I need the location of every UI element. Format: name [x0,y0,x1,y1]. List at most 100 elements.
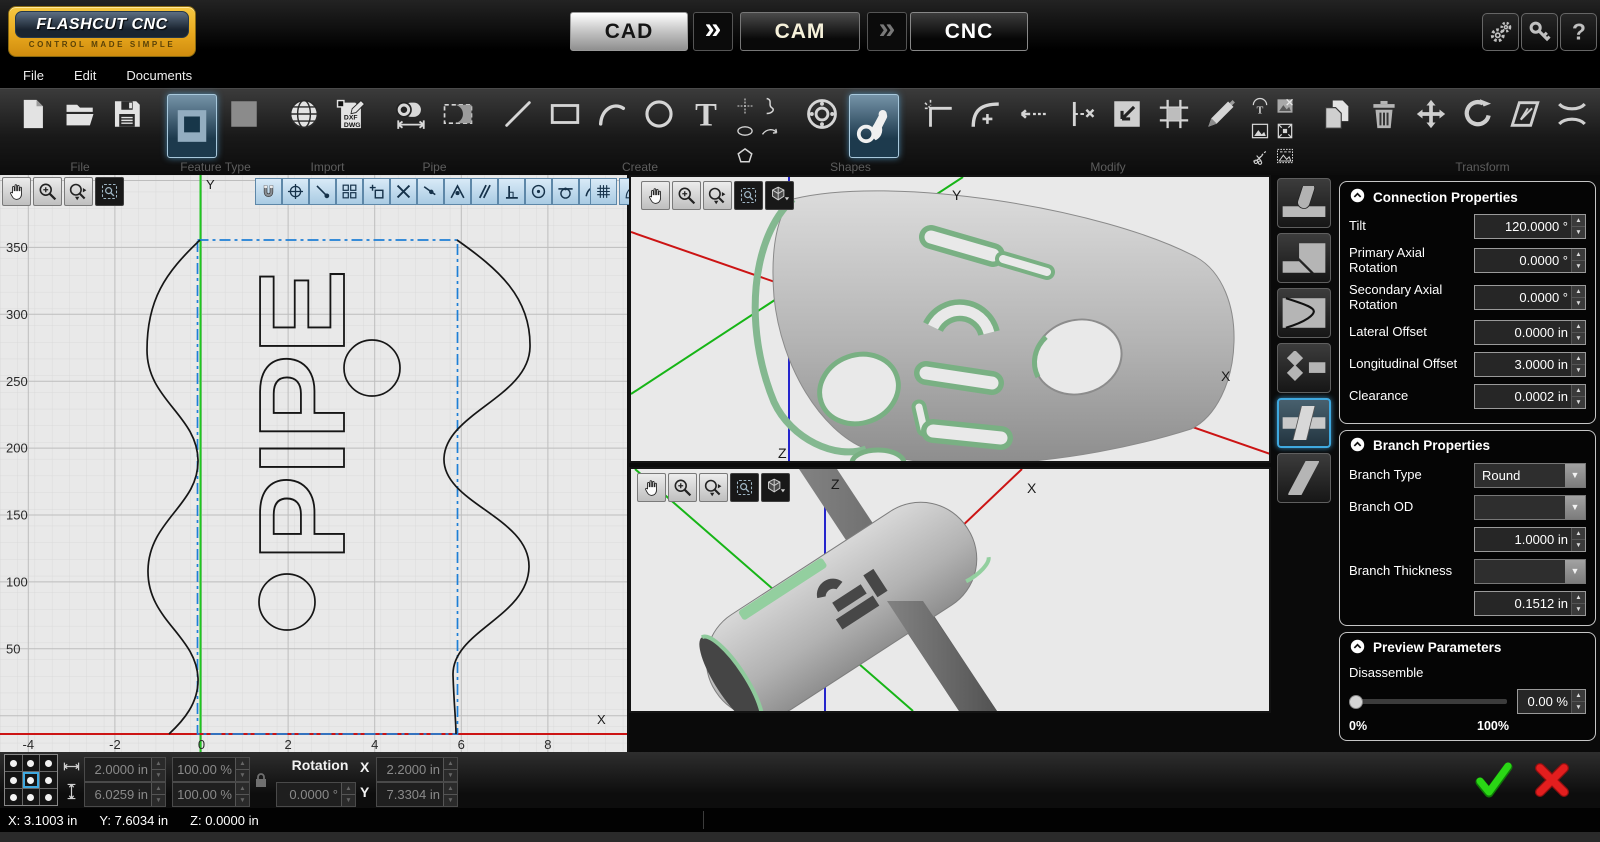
spline-button[interactable] [758,94,782,118]
trim-button[interactable] [1060,94,1100,134]
feature-standard-button[interactable] [167,94,217,158]
spin-field[interactable]: 0.00 %▲▼ [1517,689,1586,714]
anchor-cell[interactable] [40,772,57,788]
feature-plain-button[interactable] [224,94,264,134]
spin-down-button[interactable]: ▼ [1572,702,1585,713]
spin-up-button[interactable]: ▲ [342,783,355,795]
spin-down-button[interactable]: ▼ [1572,540,1585,551]
pan-button[interactable] [641,181,670,210]
spin-up-button[interactable]: ▲ [1572,592,1585,604]
endpoint-snap-button[interactable] [309,178,336,205]
view-cube-button[interactable] [765,181,794,210]
zoom-extents-button[interactable] [95,177,124,206]
connection-type-miter-joint-button[interactable] [1277,233,1331,283]
collapse-icon[interactable] [1349,187,1366,207]
spin-up-button[interactable]: ▲ [1572,286,1585,298]
circle-button[interactable] [639,94,679,134]
spin-up-button[interactable]: ▲ [1572,321,1585,333]
menu-item-documents[interactable]: Documents [111,64,207,87]
spin-down-button[interactable]: ▼ [1572,397,1585,408]
pan-button[interactable] [2,177,31,206]
fillet-button[interactable] [966,94,1006,134]
dropdown-chevron-icon[interactable]: ▼ [1565,560,1585,583]
spin-field[interactable]: 3.0000 in▲▼ [1474,352,1586,377]
anchor-cell[interactable] [23,789,40,805]
spin-up-button[interactable]: ▲ [444,758,457,770]
branch-properties-header[interactable]: Branch Properties [1349,436,1586,456]
connection-properties-header[interactable]: Connection Properties [1349,187,1586,207]
parallel-snap-button[interactable] [471,178,498,205]
grid-display-button[interactable] [590,178,617,205]
spin-down-button[interactable]: ▼ [1572,365,1585,376]
confirm-button[interactable] [1472,760,1516,805]
connection-type-diamond-joint-button[interactable] [1277,343,1331,393]
cam-to-cnc-chevron-icon[interactable]: » [867,12,907,51]
spin-up-button[interactable]: ▲ [1572,353,1585,365]
new-document-button[interactable] [13,94,53,134]
magnet-snap-button[interactable] [255,178,282,205]
dropdown-chevron-icon[interactable]: ▼ [1565,496,1585,519]
spin-field[interactable]: 0.0000 °▲▼ [1474,285,1586,310]
spin-up-button[interactable]: ▲ [152,783,165,795]
zoom-window-button[interactable] [703,181,732,210]
line-button[interactable] [498,94,538,134]
spin-up-button[interactable]: ▲ [1572,249,1585,261]
help-button[interactable]: ? [1560,13,1597,51]
crop-button[interactable] [1154,94,1194,134]
text-arc-button[interactable]: T [1248,94,1272,118]
cad-mode-button[interactable]: CAD [570,12,688,51]
move-button[interactable] [1411,94,1451,134]
3d-canvas-bottom[interactable]: Z X [631,469,1269,711]
menu-item-edit[interactable]: Edit [59,64,111,87]
connection-type-cross-joint-button[interactable] [1277,398,1331,448]
collapse-icon[interactable] [1349,436,1366,456]
point-button[interactable] [733,94,757,118]
corner-button[interactable] [919,94,959,134]
spin-field[interactable]: 0.0002 in▲▼ [1474,384,1586,409]
branch-type-dropdown[interactable]: Round▼ [1474,463,1586,488]
curve-arrow-button[interactable] [758,119,782,143]
collapse-icon[interactable] [1349,638,1366,658]
scale-button[interactable] [1107,94,1147,134]
anchor-cell[interactable] [23,755,40,771]
slider-knob[interactable] [1349,695,1363,709]
spin-field[interactable]: 7.3304 in▲▼ [376,782,458,807]
spin-up-button[interactable]: ▲ [236,758,249,770]
image-x-button[interactable] [1273,94,1297,118]
spin-field[interactable]: 120.0000 °▲▼ [1474,214,1586,239]
cnc-mode-button[interactable]: CNC [910,12,1028,51]
pipe-text-outline[interactable]: PIPE [234,269,370,561]
stretch-button[interactable] [1552,94,1592,134]
save-document-button[interactable] [107,94,147,134]
cad-to-cam-chevron-icon[interactable]: » [693,12,733,51]
anchor-cell[interactable] [5,789,22,805]
anchor-point-grid[interactable] [4,754,58,806]
perpendicular-snap-button[interactable] [498,178,525,205]
import-dxf-dwg-button[interactable]: DXFDWG [331,94,371,134]
zoom-in-button[interactable] [33,177,62,206]
spin-down-button[interactable]: ▼ [1572,604,1585,615]
spin-down-button[interactable]: ▼ [152,795,165,806]
spin-down-button[interactable]: ▼ [152,770,165,781]
spin-down-button[interactable]: ▼ [236,795,249,806]
arc-button[interactable] [592,94,632,134]
spin-up-button[interactable]: ▲ [152,758,165,770]
menu-item-file[interactable]: File [8,64,59,87]
cad-canvas[interactable]: Y X 35030025020015010050 -4-202468 PIPE [0,175,627,752]
anchor-cell[interactable] [40,755,57,771]
nearest-snap-button[interactable] [417,178,444,205]
view-cube-button[interactable] [761,473,790,502]
zoom-extents-button[interactable] [734,181,763,210]
anchor-cell[interactable] [5,755,22,771]
aspect-lock-icon[interactable] [254,772,268,793]
branch-thickness-dropdown[interactable]: ▼ [1474,559,1586,584]
copy-button[interactable] [1317,94,1357,134]
anchor-cell[interactable] [5,772,22,788]
zoom-window-button[interactable] [64,177,93,206]
spin-down-button[interactable]: ▼ [1572,261,1585,272]
spin-down-button[interactable]: ▼ [1572,333,1585,344]
spin-down-button[interactable]: ▼ [1572,227,1585,238]
pan-button[interactable] [637,473,666,502]
3d-view-top[interactable]: Y X Z [629,175,1271,463]
spin-down-button[interactable]: ▼ [444,795,457,806]
